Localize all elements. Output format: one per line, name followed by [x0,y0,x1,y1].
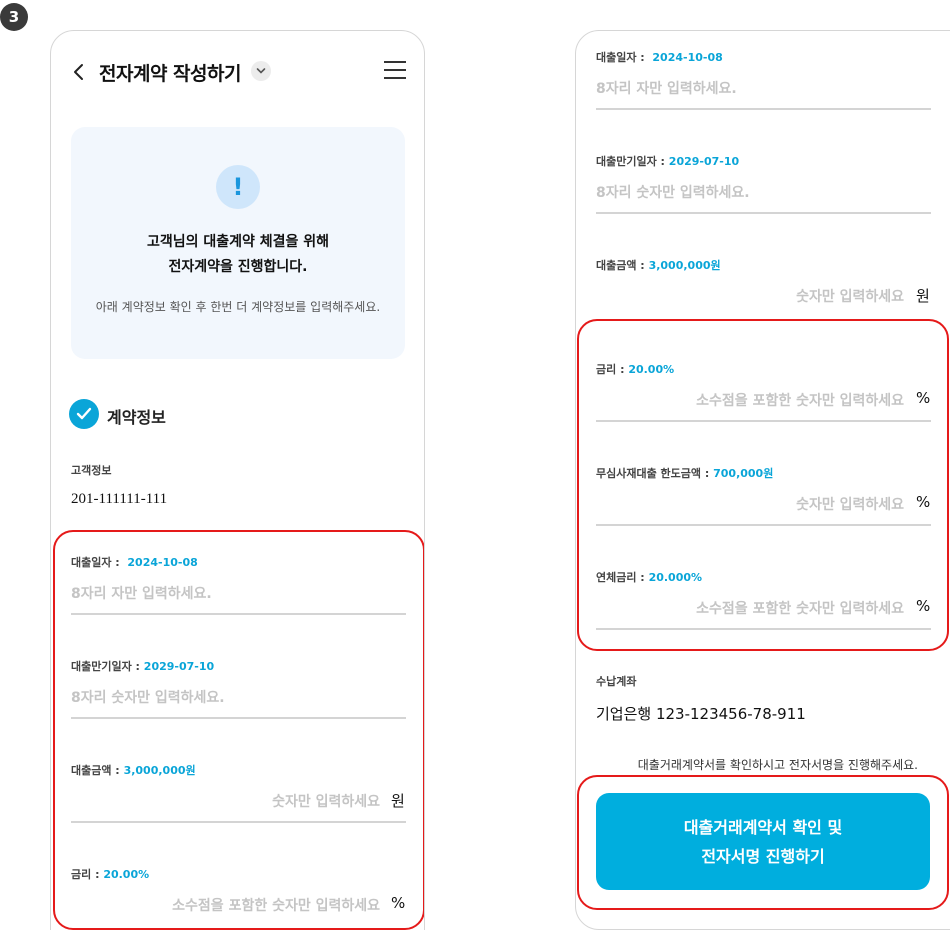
section-title: 계약정보 [107,408,166,427]
customer-info-value: 201-111111-111 [71,491,168,507]
back-icon[interactable] [67,59,93,85]
maturity-date-label-2: 대출만기일자 : 2029-07-10 [596,155,740,168]
consent-text: 대출거래계약서를 확인하시고 전자서명을 진행해주세요. [637,758,918,772]
loan-date-input-2[interactable]: 8자리 자만 입력하세요. [596,78,737,98]
account-label: 수납계좌 [596,675,637,688]
notice-box: ! 고객님의 대출계약 체결을 위해 전자계약을 진행합니다. 아래 계약정보 … [71,127,405,359]
chevron-down-icon [256,68,266,74]
notice-subtext: 아래 계약정보 확인 후 한번 더 계약정보를 입력해주세요. [95,300,381,314]
loan-amount-label-2: 대출금액 : 3,000,000원 [596,259,721,272]
check-icon [69,399,99,429]
highlight-box-right-cta [577,775,949,910]
loan-date-underline-2 [596,108,931,110]
maturity-date-underline-2 [596,212,931,214]
title-dropdown-button[interactable] [251,61,271,81]
page-title: 전자계약 작성하기 [99,63,241,85]
loan-amount-unit-2: 원 [916,287,930,305]
highlight-box-left [53,530,424,930]
loan-date-label-2: 대출일자 : 2024-10-08 [596,51,723,64]
phone-screen-right: 대출일자 : 2024-10-08 8자리 자만 입력하세요. 대출만기일자 :… [575,30,950,930]
loan-amount-input-2[interactable]: 숫자만 입력하세요 [796,286,904,306]
loan-amount-reference-2: 3,000,000원 [648,259,721,272]
step-badge: 3 [0,3,28,31]
notice-line-2: 전자계약을 진행합니다. [168,259,308,275]
maturity-date-reference-2: 2029-07-10 [668,155,740,168]
phone-screen-left: 전자계약 작성하기 ! 고객님의 대출계약 체결을 위해 전자계약을 진행합니다… [50,30,425,930]
highlight-box-right-fields [577,319,949,651]
app-header: 전자계약 작성하기 [51,53,424,93]
customer-info-label: 고객정보 [71,464,112,477]
menu-icon[interactable] [384,60,406,80]
exclamation-icon: ! [216,165,260,209]
loan-date-reference-2: 2024-10-08 [652,51,723,64]
maturity-date-input-2[interactable]: 8자리 숫자만 입력하세요. [596,182,750,202]
account-value: 기업은행 123-123456-78-911 [596,705,806,723]
notice-line-1: 고객님의 대출계약 체결을 위해 [146,234,330,250]
